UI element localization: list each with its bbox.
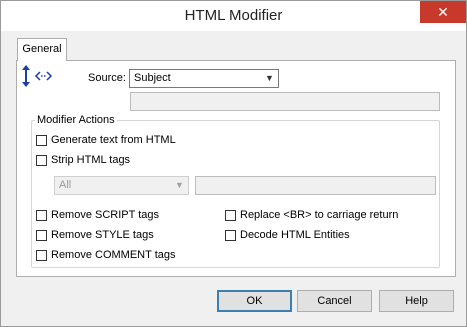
window-title: HTML Modifier bbox=[184, 7, 283, 24]
remove-style-label: Remove STYLE tags bbox=[51, 229, 154, 241]
source-extra-field bbox=[130, 92, 440, 111]
checkbox-box[interactable] bbox=[36, 135, 47, 146]
remove-script-label: Remove SCRIPT tags bbox=[51, 209, 160, 221]
replace-br-label: Replace <BR> to carriage return bbox=[240, 209, 399, 221]
strip-scope-field bbox=[195, 176, 436, 195]
checkbox-box[interactable] bbox=[36, 210, 47, 221]
strip-html-label: Strip HTML tags bbox=[51, 154, 131, 166]
ok-button[interactable]: OK bbox=[217, 290, 292, 312]
title-bar[interactable]: HTML Modifier ✕ bbox=[1, 1, 466, 31]
generate-text-label: Generate text from HTML bbox=[51, 134, 176, 146]
cancel-button[interactable]: Cancel bbox=[297, 290, 372, 312]
source-dropdown[interactable]: Subject ▼ bbox=[129, 69, 279, 88]
chevron-down-icon: ▼ bbox=[175, 180, 184, 190]
help-button[interactable]: Help bbox=[379, 290, 454, 312]
tab-general[interactable]: General bbox=[17, 38, 67, 61]
checkbox-box[interactable] bbox=[36, 230, 47, 241]
source-selected-value: Subject bbox=[134, 72, 171, 84]
checkbox-box[interactable] bbox=[225, 210, 236, 221]
decode-entities-label: Decode HTML Entities bbox=[240, 229, 350, 241]
close-button[interactable]: ✕ bbox=[420, 1, 466, 23]
checkbox-box[interactable] bbox=[225, 230, 236, 241]
remove-comment-label: Remove COMMENT tags bbox=[51, 249, 176, 261]
dialog-window: HTML Modifier ✕ General Source: Subject … bbox=[0, 0, 467, 327]
modifier-actions-legend: Modifier Actions bbox=[35, 114, 117, 126]
source-label: Source: bbox=[88, 72, 126, 84]
strip-scope-dropdown: All ▼ bbox=[54, 176, 189, 195]
checkbox-box[interactable] bbox=[36, 155, 47, 166]
html-modifier-icon bbox=[22, 65, 53, 87]
close-icon: ✕ bbox=[437, 4, 449, 20]
chevron-down-icon: ▼ bbox=[265, 73, 274, 83]
strip-scope-selected-value: All bbox=[59, 179, 72, 191]
checkbox-box[interactable] bbox=[36, 250, 47, 261]
